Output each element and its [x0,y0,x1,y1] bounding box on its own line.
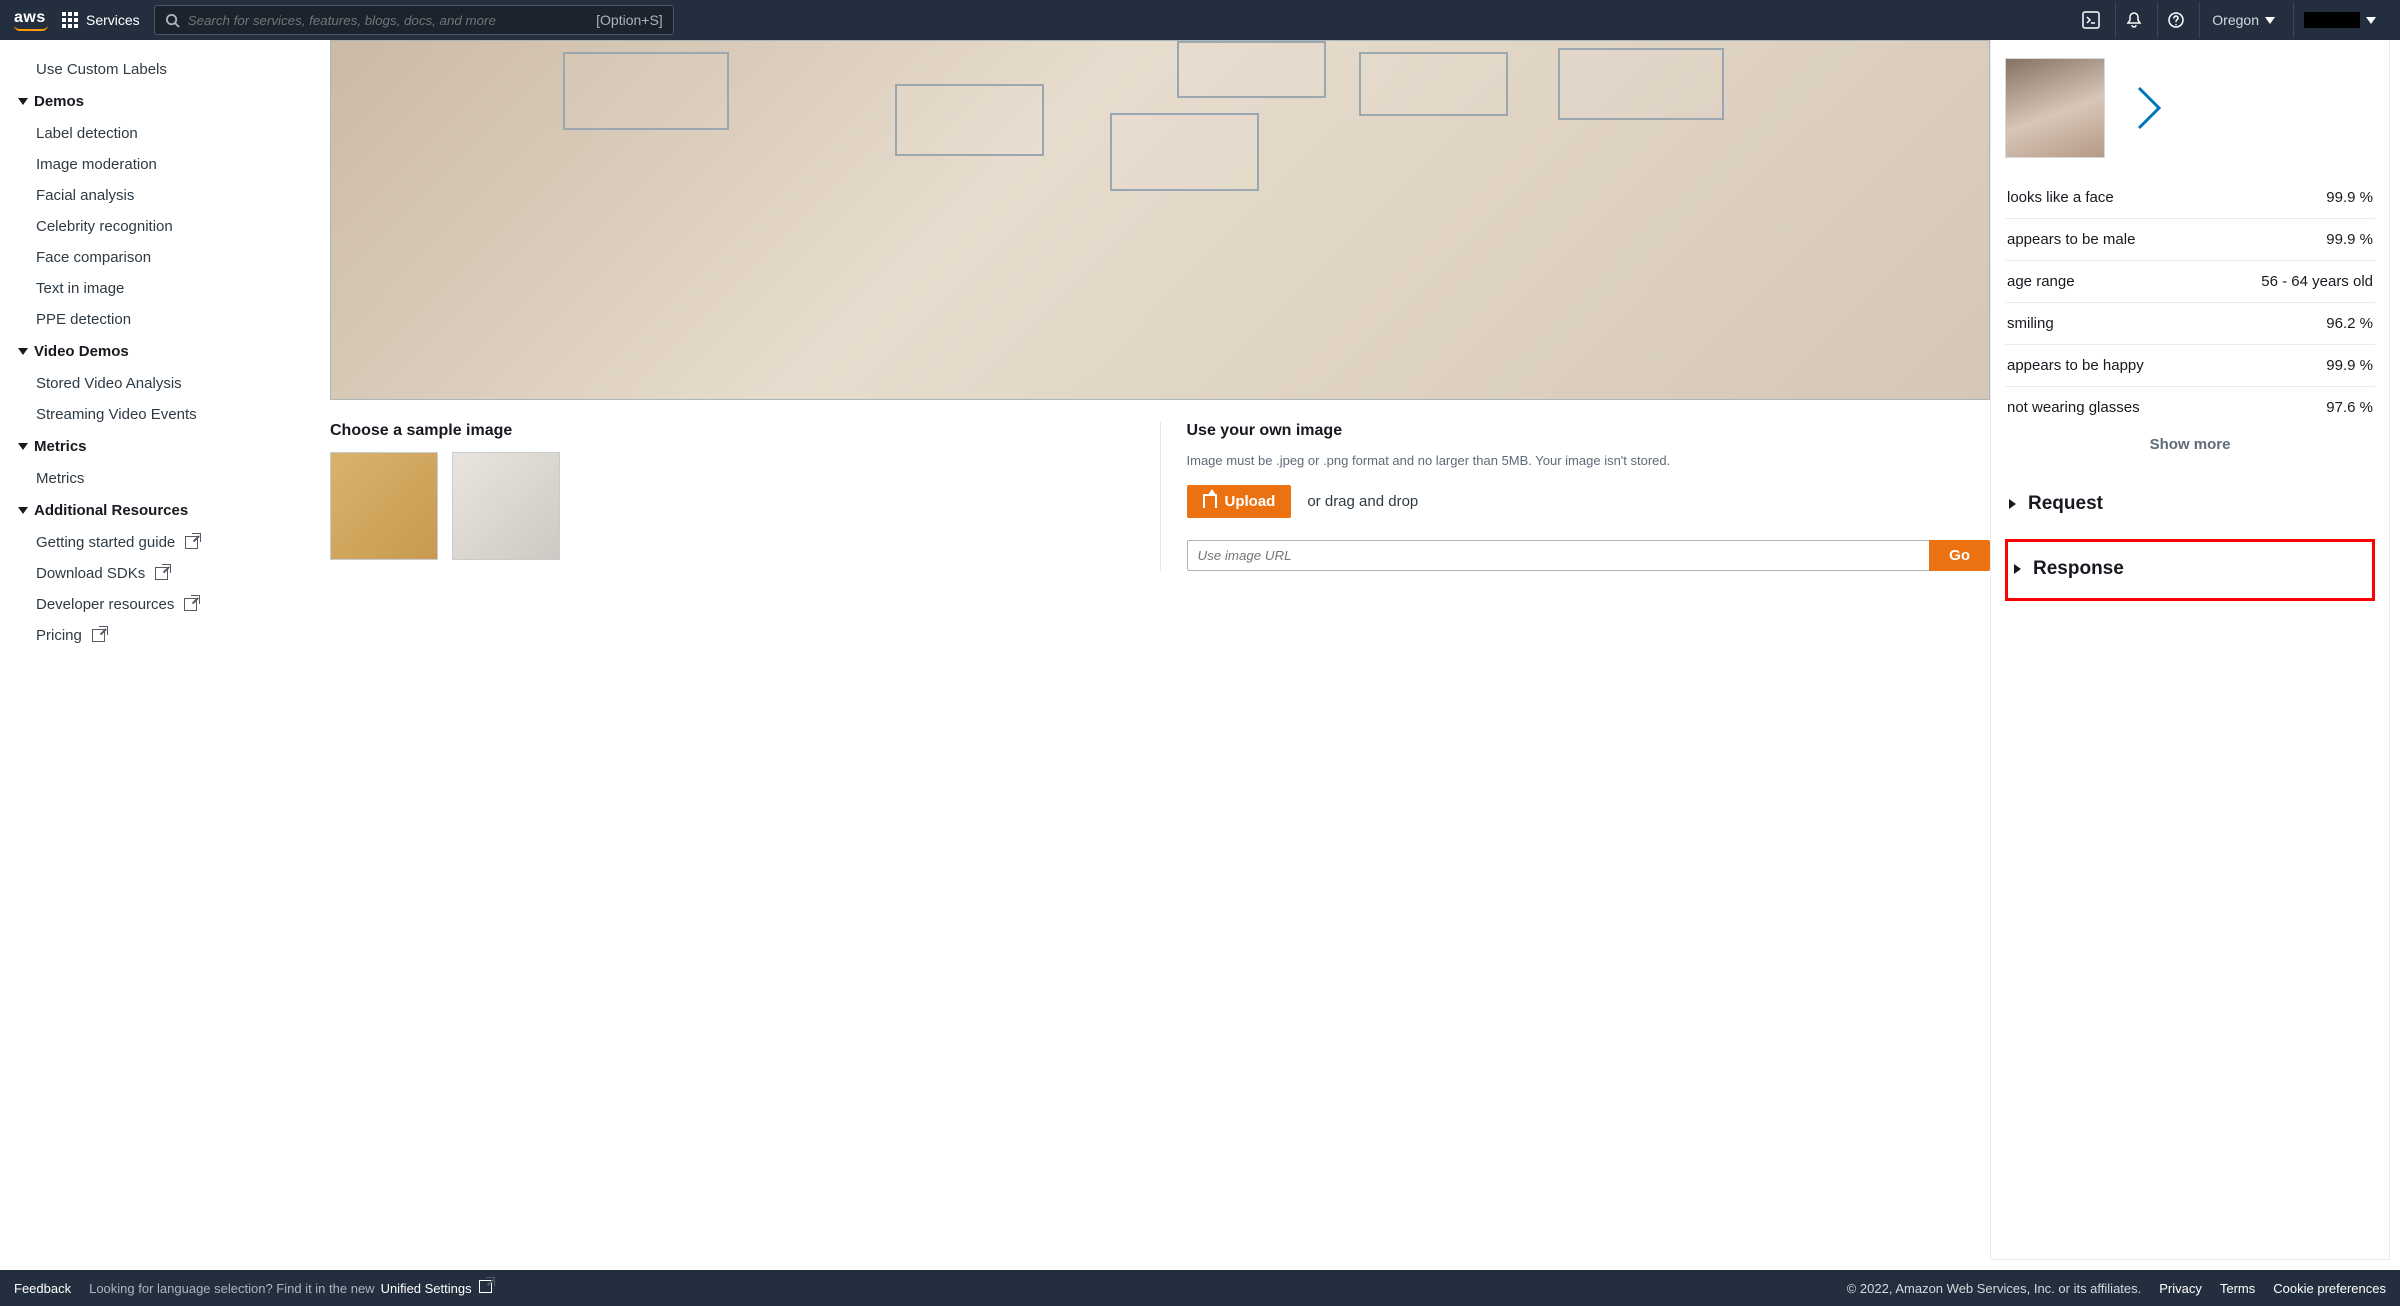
next-face-button[interactable] [2135,84,2163,132]
attribute-row: appears to be happy99.9 % [2005,345,2375,387]
region-selector[interactable]: Oregon [2199,2,2287,38]
sidebar-item-metrics[interactable]: Metrics [8,463,292,494]
show-more-button[interactable]: Show more [2005,428,2375,457]
upload-button[interactable]: Upload [1187,485,1292,518]
upload-icon [1203,494,1217,508]
response-section-highlight: Response [2005,539,2375,601]
request-section-toggle[interactable]: Request [2005,483,2375,525]
go-button[interactable]: Go [1929,540,1990,571]
search-shortcut-hint: [Option+S] [596,12,663,28]
external-link-icon [185,536,198,549]
face-bounding-box [1177,41,1326,98]
aws-logo[interactable]: aws [14,10,48,31]
sidebar-group-demos[interactable]: Demos [8,85,292,118]
sidebar-group-metrics[interactable]: Metrics [8,430,292,463]
caret-down-icon [2265,17,2275,24]
sidebar-item-celebrity-recognition[interactable]: Celebrity recognition [8,211,292,242]
language-note: Looking for language selection? Find it … [89,1280,492,1296]
unified-settings-link[interactable]: Unified Settings [381,1280,493,1296]
caret-down-icon [18,443,28,450]
analyzed-image [330,40,1990,400]
search-input[interactable] [188,13,588,28]
sidebar-item-streaming-video-events[interactable]: Streaming Video Events [8,399,292,430]
sidebar-item-getting-started[interactable]: Getting started guide [8,527,292,558]
sample-image-1[interactable] [330,452,438,560]
cookie-preferences-link[interactable]: Cookie preferences [2273,1281,2386,1296]
sidebar-item-text-in-image[interactable]: Text in image [8,273,292,304]
face-bounding-box [1110,113,1259,192]
sidebar-item-image-moderation[interactable]: Image moderation [8,149,292,180]
attribute-row: looks like a face99.9 % [2005,177,2375,219]
external-link-icon [155,567,168,580]
sample-image-2[interactable] [452,452,560,560]
account-name-redacted [2304,12,2360,28]
sidebar-item-face-comparison[interactable]: Face comparison [8,242,292,273]
face-bounding-box [1558,48,1724,120]
services-menu[interactable]: Services [62,12,140,28]
cloudshell-icon[interactable] [2073,2,2109,38]
sidebar-item-download-sdks[interactable]: Download SDKs [8,558,292,589]
attribute-list: looks like a face99.9 % appears to be ma… [2005,176,2375,428]
sidebar-group-additional-resources[interactable]: Additional Resources [8,494,292,527]
sidebar-item-developer-resources[interactable]: Developer resources [8,589,292,620]
face-bounding-box [895,84,1044,156]
nav-utilities: Oregon [2073,2,2386,38]
use-own-heading: Use your own image [1187,422,1991,440]
footer: Feedback Looking for language selection?… [0,1270,2400,1306]
caret-right-icon [2014,564,2021,574]
attribute-row: smiling96.2 % [2005,303,2375,345]
upload-note: Image must be .jpeg or .png format and n… [1187,452,1991,471]
image-url-input[interactable] [1187,540,1930,571]
copyright: © 2022, Amazon Web Services, Inc. or its… [1847,1281,2142,1296]
sidebar-item-ppe-detection[interactable]: PPE detection [8,304,292,335]
sidebar-group-video-demos[interactable]: Video Demos [8,335,292,368]
top-nav: aws Services [Option+S] Oregon [0,0,2400,40]
sidebar-item-pricing[interactable]: Pricing [8,620,292,651]
sidebar-item-stored-video-analysis[interactable]: Stored Video Analysis [8,368,292,399]
services-label: Services [86,12,140,28]
global-search[interactable]: [Option+S] [154,5,674,35]
face-bounding-box [1359,52,1508,116]
attribute-row: appears to be male99.9 % [2005,219,2375,261]
response-section-toggle[interactable]: Response [2010,548,2370,590]
external-link-icon [92,629,105,642]
drag-drop-label: or drag and drop [1307,493,1418,510]
caret-right-icon [2009,499,2016,509]
external-link-icon [184,598,197,611]
divider [1160,422,1161,571]
attribute-row: not wearing glasses97.6 % [2005,387,2375,428]
sidebar-item-label-detection[interactable]: Label detection [8,118,292,149]
grid-icon [62,12,78,28]
account-menu[interactable] [2293,2,2386,38]
results-panel: looks like a face99.9 % appears to be ma… [1990,40,2390,1260]
terms-link[interactable]: Terms [2220,1281,2255,1296]
sidebar-item-custom-labels[interactable]: Use Custom Labels [8,54,292,85]
external-link-icon [479,1280,492,1293]
choose-sample-heading: Choose a sample image [330,422,1134,440]
main-content: Choose a sample image Use your own image… [330,40,1990,1260]
help-icon[interactable] [2157,2,2193,38]
selected-face-thumbnail [2005,58,2105,158]
search-icon [165,13,180,28]
caret-down-icon [18,507,28,514]
privacy-link[interactable]: Privacy [2159,1281,2202,1296]
caret-down-icon [2366,17,2376,24]
sidebar-item-facial-analysis[interactable]: Facial analysis [8,180,292,211]
caret-down-icon [18,348,28,355]
notifications-icon[interactable] [2115,2,2151,38]
attribute-row: age range56 - 64 years old [2005,261,2375,303]
region-label: Oregon [2212,12,2259,28]
face-bounding-box [563,52,729,131]
sidebar: Use Custom Labels Demos Label detection … [0,40,300,1270]
feedback-link[interactable]: Feedback [14,1281,71,1296]
caret-down-icon [18,98,28,105]
